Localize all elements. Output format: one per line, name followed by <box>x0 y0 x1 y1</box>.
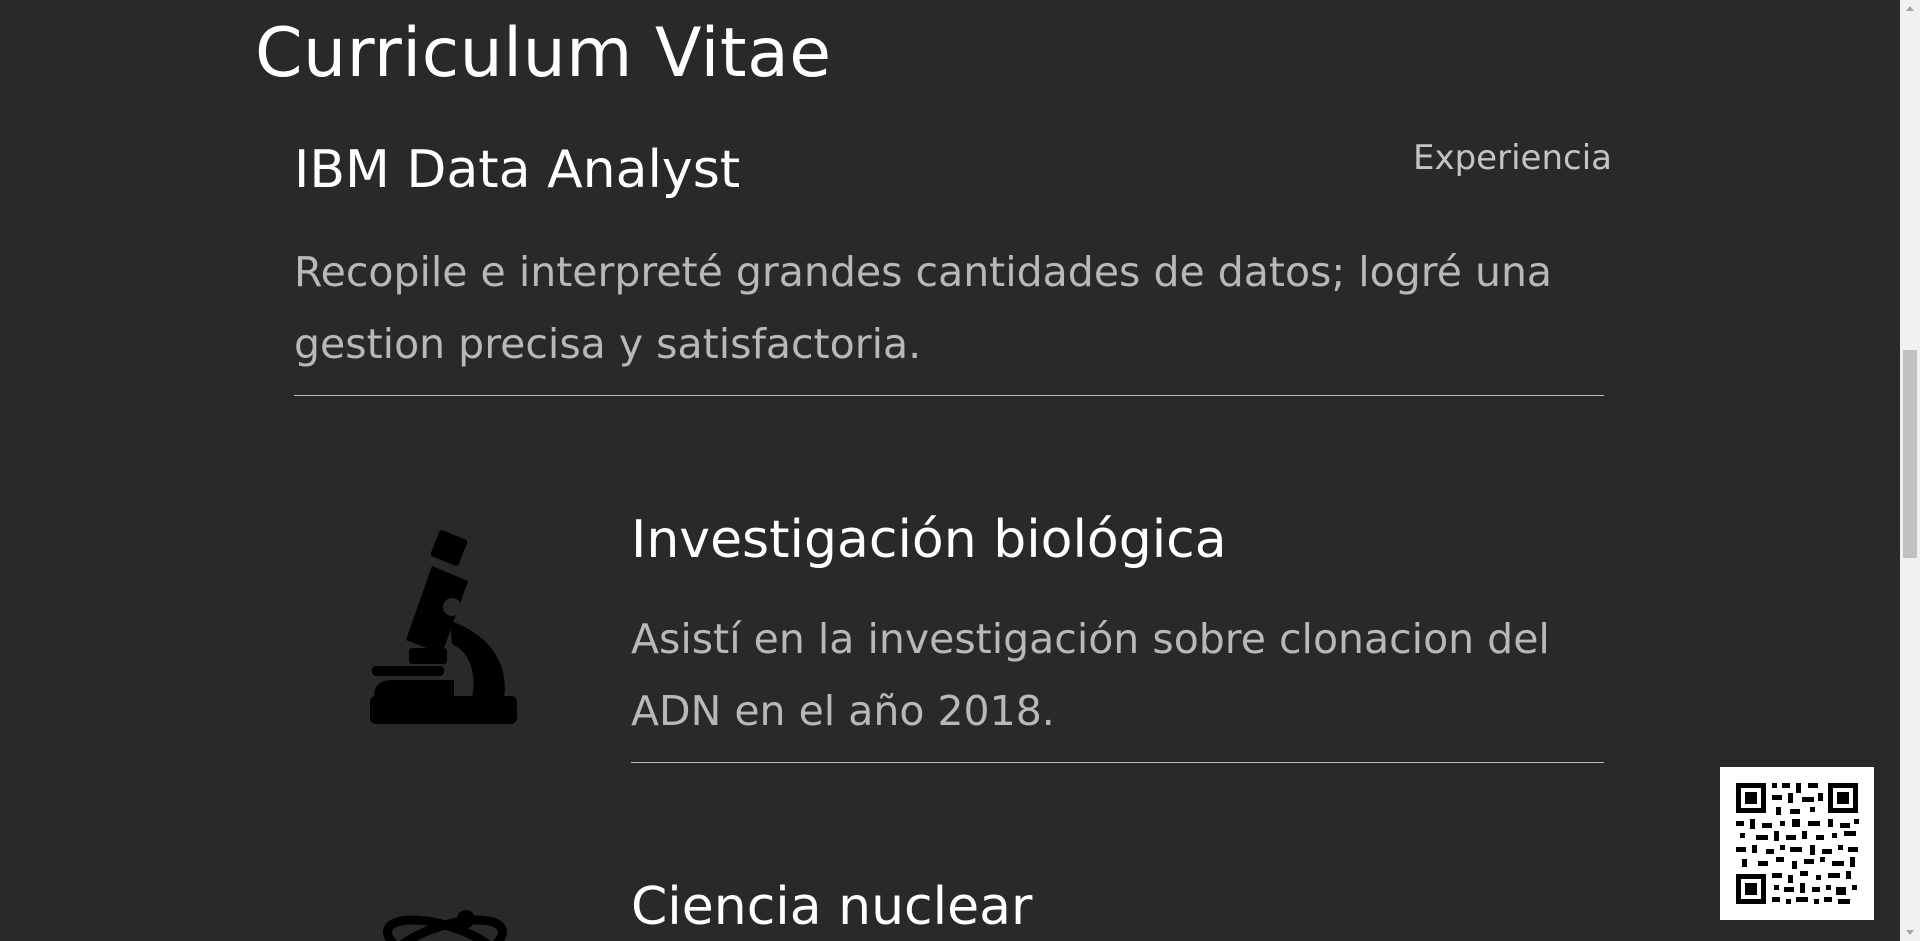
vertical-scrollbar[interactable] <box>1900 0 1920 941</box>
entry-title: Investigación biológica <box>631 510 1227 570</box>
entry-description-line: ADN en el año 2018. <box>631 687 1055 735</box>
scrollbar-thumb[interactable] <box>1903 350 1917 558</box>
entry-description-line: Asistí en la investigación sobre clonaci… <box>631 615 1550 663</box>
cv-page: Curriculum Vitae IBM Data Analyst Experi… <box>0 0 1920 941</box>
entry-description-line: gestion precisa y satisfactoria. <box>294 320 922 368</box>
qr-code-icon <box>1736 783 1859 904</box>
scroll-down-arrow-icon[interactable] <box>1900 923 1920 941</box>
page-title: Curriculum Vitae <box>255 14 832 93</box>
experience-entry-biology: Investigación biológica <box>631 508 1606 572</box>
qr-code[interactable] <box>1720 767 1874 920</box>
entry-title: IBM Data Analyst <box>294 140 741 200</box>
entry-description-line: Recopile e interpreté grandes cantidades… <box>294 248 1553 296</box>
section-tag-experience: Experiencia <box>1413 138 1612 178</box>
divider <box>631 762 1604 763</box>
microscope-icon <box>370 530 520 728</box>
divider <box>294 395 1604 396</box>
experience-entry-nuclear: Ciencia nuclear <box>631 875 1606 939</box>
scroll-up-arrow-icon[interactable] <box>1900 0 1920 18</box>
experience-entry-ibm: IBM Data Analyst <box>294 138 1604 202</box>
entry-title: Ciencia nuclear <box>631 877 1033 937</box>
atom-icon <box>370 898 520 941</box>
